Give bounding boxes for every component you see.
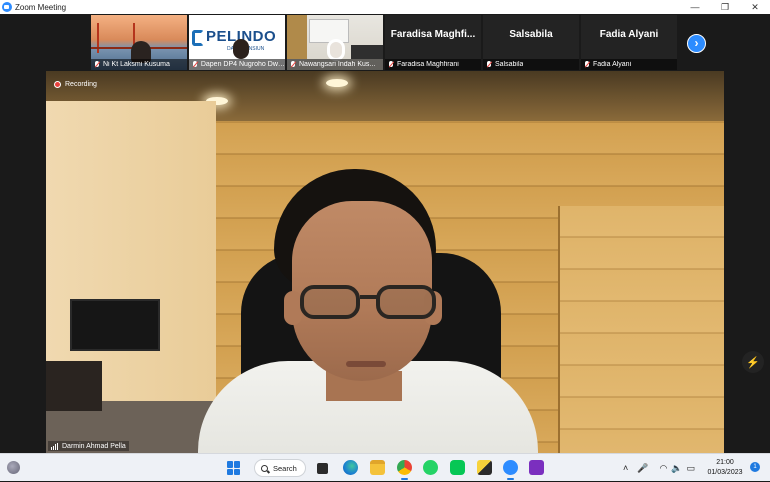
recording-label: Recording	[65, 80, 97, 88]
participant-tile[interactable]: Faradisa Maghfi... Faradisa Maghfirani	[385, 15, 481, 70]
mic-muted-icon	[388, 60, 394, 69]
windows-taskbar: Search ˄ 🎤 ◠ 🔈 ▭ 21:00 01/03/2023 1	[0, 453, 770, 481]
participant-tile[interactable]: Salsabila Salsabila	[483, 15, 579, 70]
onenote-icon[interactable]	[529, 460, 544, 475]
clock-time: 21:00	[716, 459, 734, 466]
mic-muted-icon	[584, 60, 590, 69]
participant-display-name: Faradisa Maghfi...	[390, 29, 476, 40]
zoom-taskbar-icon[interactable]	[503, 460, 518, 480]
glasses-lens	[376, 285, 436, 319]
speaker-mouth	[346, 361, 386, 367]
start-button[interactable]	[227, 461, 241, 475]
wifi-icon[interactable]: ◠	[659, 463, 667, 474]
golden-gate-background	[91, 23, 187, 53]
bookshelf-background	[287, 15, 307, 59]
participant-name: Fadia Alyani	[593, 61, 632, 68]
zoom-app-icon	[2, 2, 12, 12]
participant-name: Ni Kt Laksmi Kusuma	[103, 61, 170, 68]
mic-muted-icon	[486, 60, 492, 69]
window-background	[309, 19, 349, 43]
desk-background	[351, 45, 383, 59]
speaker-glasses	[300, 285, 440, 321]
search-icon	[261, 464, 268, 472]
taskbar-clock[interactable]: 21:00 01/03/2023	[702, 458, 748, 478]
participant-name: Salsabila	[495, 61, 524, 68]
whatsapp-icon[interactable]	[423, 460, 438, 475]
battery-icon[interactable]: ▭	[687, 463, 696, 474]
participant-tile[interactable]: Ni Kt Laksmi Kusuma	[91, 15, 187, 70]
window-controls: — ❐ ✕	[680, 0, 770, 14]
microphone-icon[interactable]: 🎤	[637, 463, 648, 474]
active-speaker-video[interactable]: Recording Darmin Ahmad Pella	[46, 71, 724, 453]
participant-tile[interactable]: PELINDO DANA PENSIUN Dapen DP4 Nugroho D…	[189, 15, 285, 70]
participant-gallery: Ni Kt Laksmi Kusuma PELINDO DANA PENSIUN…	[0, 14, 770, 71]
notification-badge[interactable]: 1	[750, 462, 760, 472]
participant-name: Nawangsari Indah Kus...	[299, 61, 376, 68]
participant-name-bar: Fadia Alyani	[581, 59, 677, 70]
participant-name-bar: Dapen DP4 Nugroho Dwi ...	[189, 59, 285, 70]
system-tray: ˄ 🎤 ◠ 🔈 ▭	[623, 454, 695, 482]
side-panel-toggle-button[interactable]: ⚡	[742, 351, 764, 373]
mic-muted-icon	[290, 60, 296, 69]
chrome-browser-icon[interactable]	[397, 460, 412, 480]
zoom-apps-icon: ⚡	[746, 356, 760, 369]
minimize-button[interactable]: —	[680, 0, 710, 14]
participant-silhouette	[327, 39, 345, 61]
wall-tv	[70, 299, 160, 351]
maximize-button[interactable]: ❐	[710, 0, 740, 14]
window-title: Zoom Meeting	[15, 2, 67, 12]
task-view-icon[interactable]	[317, 463, 328, 474]
recording-indicator[interactable]: Recording	[54, 79, 97, 89]
chevron-right-icon: ›	[694, 36, 699, 50]
chevron-up-icon[interactable]: ˄	[623, 463, 628, 473]
clock-date: 01/03/2023	[707, 469, 743, 476]
mic-muted-icon	[94, 60, 100, 69]
weather-widget-icon[interactable]	[7, 461, 20, 474]
participant-name-bar: Salsabila	[483, 59, 579, 70]
participant-name-bar: Faradisa Maghfirani	[385, 59, 481, 70]
glasses-lens	[300, 285, 360, 319]
recording-dot-icon	[54, 80, 61, 88]
connection-signal-icon	[51, 442, 59, 450]
participant-display-name: Salsabila	[509, 29, 553, 40]
line-app-icon[interactable]	[450, 460, 465, 475]
window-titlebar: Zoom Meeting — ❐ ✕	[0, 0, 770, 14]
pelindo-logo-icon	[192, 30, 204, 46]
speaker-name: Darmin Ahmad Pella	[62, 442, 126, 450]
participant-name: Dapen DP4 Nugroho Dwi ...	[200, 61, 285, 68]
taskbar-search-box[interactable]: Search	[254, 459, 306, 477]
close-button[interactable]: ✕	[740, 0, 770, 14]
mic-muted-icon	[192, 60, 198, 69]
participant-tile[interactable]: Fadia Alyani Fadia Alyani	[581, 15, 677, 70]
file-explorer-icon[interactable]	[370, 460, 385, 475]
volume-icon[interactable]: 🔈	[671, 463, 682, 474]
participant-name: Faradisa Maghfirani	[397, 61, 459, 68]
participant-display-name: Fadia Alyani	[599, 29, 659, 40]
wood-door	[558, 206, 724, 453]
ceiling-light	[326, 79, 348, 87]
speaker-name-label: Darmin Ahmad Pella	[48, 441, 129, 451]
cabinet	[46, 361, 102, 411]
gallery-next-button[interactable]: ›	[687, 34, 706, 53]
participant-name-bar: Nawangsari Indah Kus...	[287, 59, 383, 70]
participant-name-bar: Ni Kt Laksmi Kusuma	[91, 59, 187, 70]
participant-silhouette	[233, 39, 249, 59]
edge-browser-icon[interactable]	[343, 460, 358, 475]
sticky-notes-icon[interactable]	[477, 460, 492, 475]
search-label: Search	[273, 463, 297, 473]
participant-tile[interactable]: Nawangsari Indah Kus...	[287, 15, 383, 70]
